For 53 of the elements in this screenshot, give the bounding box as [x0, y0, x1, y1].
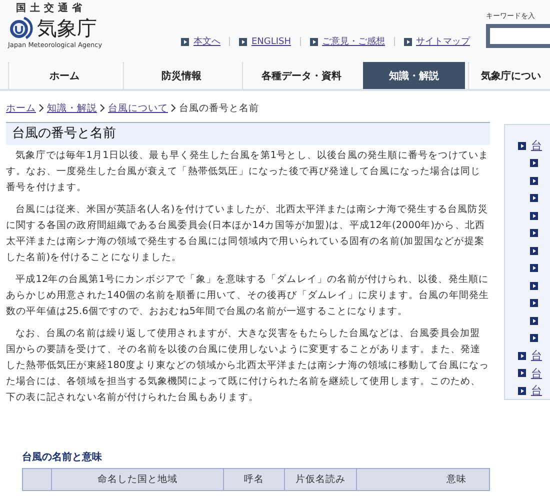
breadcrumb-link[interactable]: ホーム — [6, 102, 36, 114]
nav-tab[interactable]: 知識・解説 — [363, 62, 465, 89]
nav-tab[interactable]: 気象庁につい — [468, 62, 550, 89]
bullet-icon[interactable] — [530, 176, 538, 185]
bullet-icon[interactable] — [530, 299, 538, 308]
bullet-icon[interactable] — [530, 316, 538, 325]
sidebar-link[interactable]: 台 — [531, 348, 542, 364]
arrow-icon — [239, 38, 248, 46]
paragraph: 気象庁では毎年1月1日以後、最も早く発生した台風を第1号とし、以後台風の発生順に番号をつけています。なお、一度発生した台風が衰えて「熱帯低気圧」になった後で再び発達して台風になった場合は同じ番号を付けます。 — [6, 149, 490, 195]
table-header-cell: 命名した国と地域 — [51, 469, 223, 490]
bullet-icon — [518, 352, 526, 360]
bullet-icon[interactable] — [530, 246, 538, 255]
agency-name: 気象庁 — [37, 15, 97, 41]
sidebar-link[interactable]: 台 — [531, 383, 542, 398]
bullet-icon[interactable] — [530, 212, 538, 220]
chevron-icon — [171, 104, 176, 112]
header-link[interactable]: ENGLISH — [251, 36, 291, 46]
bullet-icon[interactable] — [530, 194, 538, 202]
chevron-icon — [39, 104, 44, 112]
sidebar-link[interactable]: 台 — [531, 138, 542, 154]
table-header-cell: 意味 — [356, 469, 550, 490]
nav-tab[interactable]: 防災情報 — [123, 62, 239, 89]
table-title: 台風の名前と意味 — [22, 450, 103, 464]
agency-logo-icon — [8, 16, 34, 40]
bullet-icon[interactable] — [530, 229, 538, 238]
page-title: 台風の番号と名前 — [6, 122, 490, 145]
bullet-icon[interactable] — [530, 282, 538, 290]
table-header-cell: 片仮名読み — [284, 469, 356, 490]
bullet-icon — [518, 386, 526, 395]
search-field[interactable] — [486, 24, 550, 48]
paragraph: なお、台風の名前は繰り返して使用されますが、大きな災害をもたらした台風などは、台風委員会加盟国からの要請を受けて、その名前を以後の台風に使用しないように変更することがあります。また、発達した熱帯低気圧が東経180度より東などの領域から北西太平洋または南シナ海の領域に移動して台風になった場合には、各領域を担当する気象機関によって既に付けられた名前を継続して使用します。このため、下の表に記されない名前が付けられた台風もあります。 — [6, 327, 490, 405]
bullet-icon[interactable] — [530, 334, 538, 342]
header-link[interactable]: サイトマップ — [416, 35, 470, 48]
nav-tab[interactable]: ホーム — [8, 62, 120, 89]
breadcrumb-link[interactable]: 知識・解説 — [47, 102, 97, 114]
paragraph: 平成12年の台風第1号にカンボジアで「象」を意味する「ダムレイ」の名前が付けられ、以後、発生順にあらかじめ用意された140個の名前を順番に用いて、その後再び「ダムレイ」に戻ります。台風の年間発生数の平年値は25.6個ですので、おおむね5年間で台風の名前が一巡することになります。 — [6, 273, 490, 319]
table-header-cell: 呼名 — [223, 469, 284, 490]
breadcrumb-link[interactable]: 台風について — [108, 102, 168, 114]
bullet-icon[interactable] — [530, 159, 538, 168]
header-link[interactable]: ご意見・ご感想 — [322, 35, 385, 48]
sidebar-link[interactable]: 台 — [531, 366, 542, 381]
bullet-icon — [518, 369, 526, 378]
bullet-icon — [518, 142, 526, 150]
paragraph: 台風には従来、米国が英語名(人名)を付けていましたが、北西太平洋または南シナ海で発生する台風防災に関する各国の政府間組織である台風委員会(日本ほか14カ国等が加盟)は、平成12年(2000年)から、北西太平洋または南シナ海の領域で発生する台風には同領域内で用いられている固有の名前(加盟国などが提案した名前)を付けることになりました。 — [6, 203, 489, 265]
arrow-icon — [404, 38, 412, 46]
arrow-icon — [310, 38, 318, 46]
arrow-icon — [181, 38, 190, 46]
ministry-name: 国土交通省 — [15, 3, 87, 15]
nav-tab[interactable]: 各種データ・資料 — [242, 62, 360, 89]
chevron-icon — [100, 104, 105, 112]
bullet-icon[interactable] — [530, 264, 538, 272]
header-link[interactable]: 本文へ — [193, 35, 220, 48]
breadcrumb-current: 台風の番号と名前 — [179, 102, 259, 114]
